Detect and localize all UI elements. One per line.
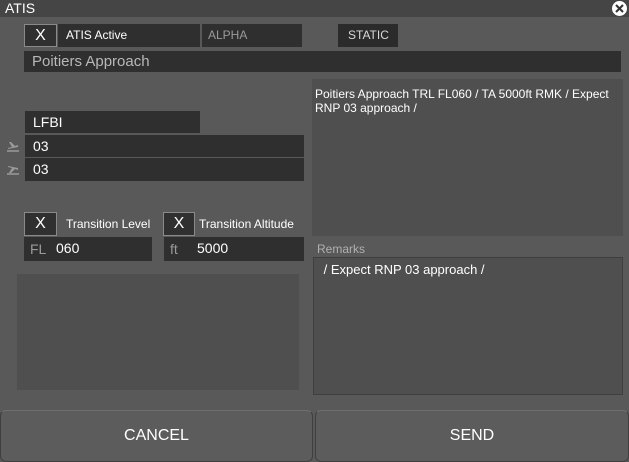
airport-icao-value: LFBI	[33, 114, 63, 130]
transition-altitude-checkbox[interactable]: X	[163, 212, 195, 236]
remarks-text: / Expect RNP 03 approach /	[320, 262, 485, 277]
arrival-runway-icon	[7, 166, 19, 175]
close-icon	[615, 4, 624, 13]
atis-active-checkbox[interactable]: X	[24, 24, 57, 47]
transition-level-value: 060	[56, 240, 80, 256]
atis-preview-panel: Poitiers Approach TRL FL060 / TA 5000ft …	[312, 79, 623, 236]
transition-level-prefix: FL	[30, 241, 47, 257]
send-button[interactable]: SEND	[315, 410, 629, 462]
transition-altitude-field[interactable]: ft 5000	[164, 237, 304, 261]
transition-altitude-prefix: ft	[170, 241, 178, 257]
title-bar	[0, 0, 629, 17]
atis-letter-field[interactable]: ALPHA	[202, 24, 302, 47]
transition-level-field[interactable]: FL 060	[24, 237, 152, 261]
transition-altitude-value: 5000	[197, 240, 229, 256]
window-title: ATIS	[5, 0, 36, 16]
mode-button[interactable]: STATIC	[338, 24, 398, 47]
mode-label: STATIC	[348, 28, 389, 42]
transition-level-label: Transition Level	[66, 217, 151, 231]
remarks-textarea[interactable]: / Expect RNP 03 approach /	[313, 257, 623, 395]
station-name-value: Poitiers Approach	[32, 53, 150, 70]
arrival-runway-field[interactable]: 03	[25, 158, 304, 181]
atis-active-label: ATIS Active	[66, 28, 128, 42]
cancel-button[interactable]: CANCEL	[0, 410, 313, 462]
arrival-runway-value: 03	[33, 161, 49, 177]
departure-runway-field[interactable]: 03	[25, 135, 304, 157]
transition-altitude-label: Transition Altitude	[199, 217, 294, 231]
atis-preview-text: Poitiers Approach TRL FL060 / TA 5000ft …	[315, 87, 609, 115]
atis-active-field[interactable]: ATIS Active	[58, 24, 200, 47]
info-panel	[17, 274, 299, 390]
transition-level-checkbox[interactable]: X	[24, 212, 57, 236]
departure-runway-icon	[7, 142, 19, 152]
station-name-field[interactable]: Poitiers Approach	[24, 51, 621, 72]
departure-runway-value: 03	[33, 138, 49, 154]
close-button[interactable]	[612, 1, 627, 16]
remarks-label: Remarks	[317, 242, 366, 256]
airport-icao-field[interactable]: LFBI	[25, 111, 200, 133]
atis-letter-value: ALPHA	[208, 28, 248, 42]
